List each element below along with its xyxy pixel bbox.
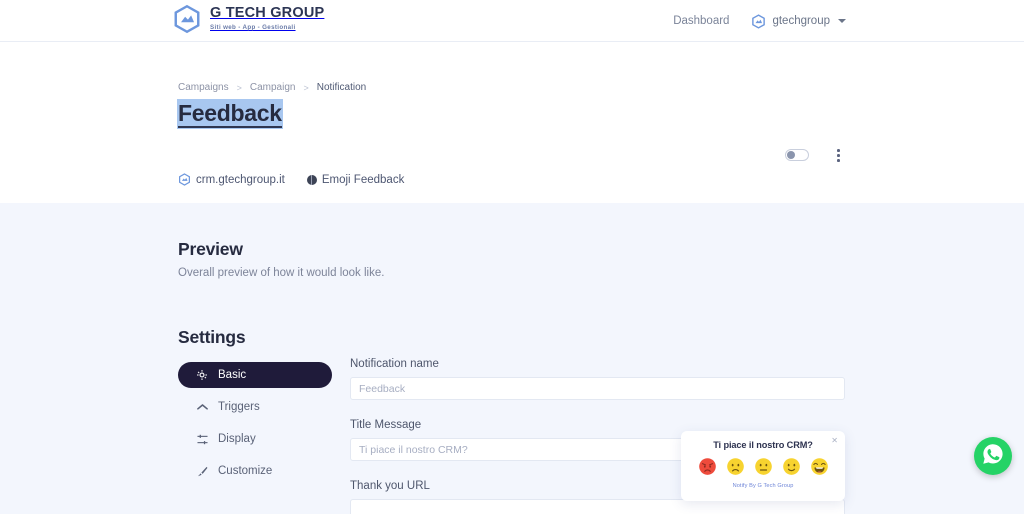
whatsapp-icon	[981, 442, 1005, 471]
notification-name-input[interactable]: Feedback	[350, 377, 845, 400]
grinning-face-emoji[interactable]	[810, 457, 829, 476]
angry-red-face-emoji[interactable]	[698, 457, 717, 476]
meta-site-label: crm.gtechgroup.it	[196, 173, 285, 186]
widget-footer: Notify By G Tech Group	[732, 483, 794, 489]
gtech-hexagon-logo-icon	[751, 13, 766, 29]
chevron-up-icon	[196, 401, 208, 413]
breadcrumb-separator: >	[303, 82, 309, 93]
user-menu[interactable]: gtechgroup	[751, 13, 846, 29]
preview-section: Preview Overall preview of how it would …	[178, 239, 384, 279]
breadcrumb: Campaigns > Campaign > Notification	[178, 82, 366, 93]
nav-link-dashboard[interactable]: Dashboard	[673, 15, 729, 27]
settings-title: Settings	[178, 327, 246, 347]
frowning-face-emoji[interactable]	[726, 457, 745, 476]
slightly-smiling-face-emoji[interactable]	[782, 457, 801, 476]
settings-nav-item-basic[interactable]: Basic	[178, 362, 332, 388]
breadcrumb-separator: >	[236, 82, 242, 93]
settings-section: Settings	[178, 327, 246, 348]
header-actions	[785, 147, 846, 164]
whatsapp-float-button[interactable]	[974, 437, 1012, 475]
page-meta-row: crm.gtechgroup.it Emoji Feedback	[178, 173, 404, 186]
page-title-row: Feedback	[178, 100, 282, 128]
brand-logo[interactable]: G TECH GROUP Siti web - App - Gestionali	[172, 4, 324, 34]
widget-title: Ti piace il nostro CRM?	[713, 440, 813, 450]
settings-nav-label: Basic	[218, 369, 247, 381]
meta-type: Emoji Feedback	[306, 173, 405, 186]
preview-title: Preview	[178, 239, 243, 259]
toggle-switch-icon[interactable]	[785, 149, 810, 162]
brand-subtitle: Siti web - App - Gestionali	[210, 24, 296, 31]
settings-nav-item-customize[interactable]: Customize	[178, 458, 332, 484]
page-title[interactable]: Feedback	[178, 100, 282, 128]
brush-icon	[196, 465, 208, 477]
close-icon[interactable]: ✕	[831, 437, 838, 445]
emoji-feedback-widget: ✕ Ti piace il nostro CRM? Notify By G Te…	[681, 431, 845, 501]
settings-nav-label: Display	[218, 433, 256, 445]
field-label-notification-name: Notification name	[350, 358, 439, 370]
gear-icon	[196, 369, 208, 381]
neutral-face-emoji[interactable]	[754, 457, 773, 476]
page-subheader: Campaigns > Campaign > Notification Feed…	[0, 42, 1024, 243]
settings-nav-item-triggers[interactable]: Triggers	[178, 394, 332, 420]
settings-nav-label: Triggers	[218, 401, 260, 413]
breadcrumb-item-notification: Notification	[316, 82, 367, 93]
settings-nav: Basic Triggers Display Customize	[178, 362, 332, 490]
navbar-right: Dashboard gtechgroup	[673, 0, 846, 42]
field-label-title-message: Title Message	[350, 419, 422, 431]
thank-you-url-input[interactable]	[350, 499, 845, 514]
breadcrumb-item-campaign[interactable]: Campaign	[250, 82, 296, 93]
kebab-menu-icon[interactable]	[831, 147, 846, 164]
gtech-hexagon-logo-icon	[172, 4, 202, 34]
sliders-icon	[196, 433, 208, 445]
emoji-rating-row	[681, 457, 845, 476]
settings-nav-item-display[interactable]: Display	[178, 426, 332, 452]
settings-nav-label: Customize	[218, 465, 273, 477]
brand-title: G TECH GROUP	[210, 5, 325, 21]
main-content: Preview Overall preview of how it would …	[0, 203, 1024, 514]
user-name-label: gtechgroup	[772, 15, 830, 27]
preview-subtitle: Overall preview of how it would look lik…	[178, 267, 385, 279]
breadcrumb-item-campaigns[interactable]: Campaigns	[178, 82, 229, 93]
globe-icon	[306, 174, 317, 185]
gtech-hexagon-logo-icon	[178, 173, 191, 186]
top-navbar: G TECH GROUP Siti web - App - Gestionali…	[0, 0, 1024, 42]
app-page: G TECH GROUP Siti web - App - Gestionali…	[0, 0, 1024, 514]
meta-site[interactable]: crm.gtechgroup.it	[178, 173, 285, 186]
meta-type-label: Emoji Feedback	[321, 173, 405, 186]
chevron-down-icon	[838, 19, 846, 23]
